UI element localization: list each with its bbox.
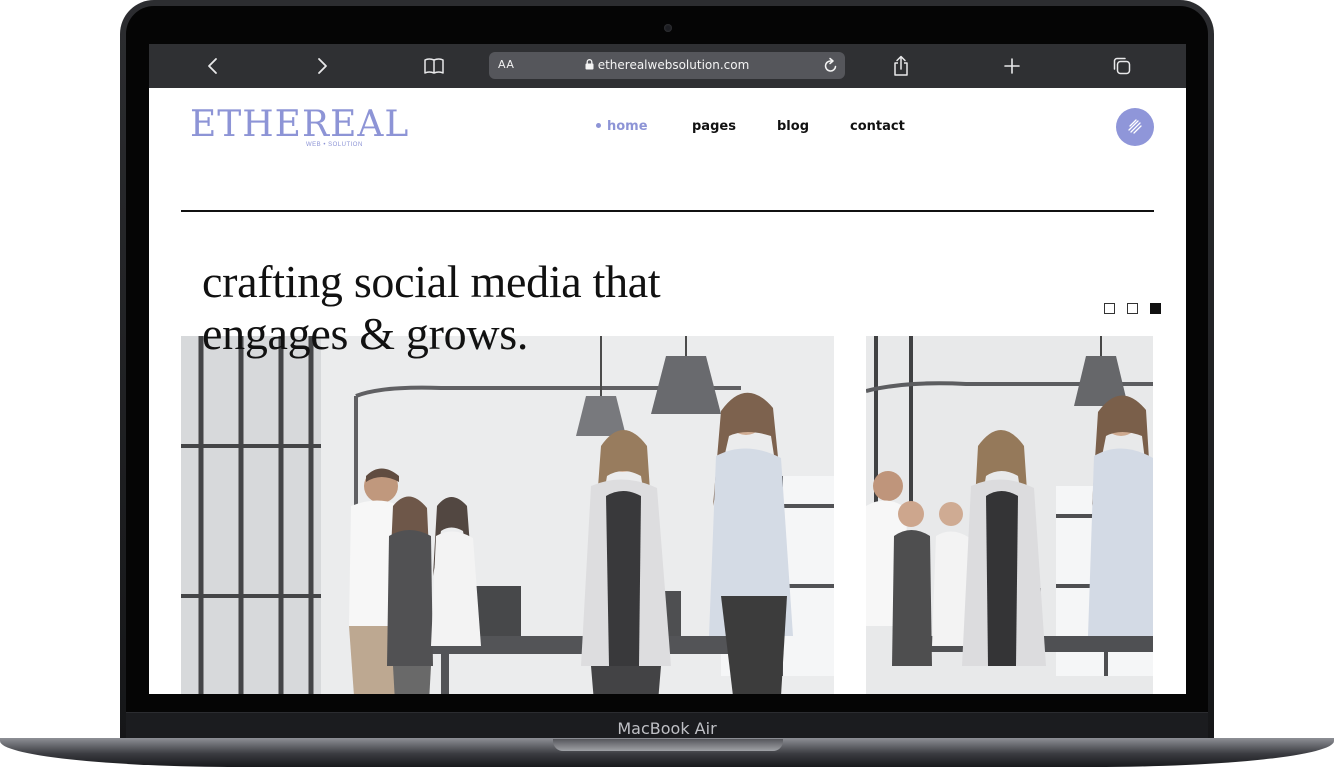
menu-lines-icon	[1128, 119, 1142, 134]
tabs-icon	[1113, 57, 1131, 75]
slider-pagination	[1104, 303, 1161, 314]
nav-blog[interactable]: blog	[777, 119, 809, 134]
share-icon	[894, 55, 908, 76]
header-divider	[181, 210, 1154, 212]
bookmarks-button[interactable]	[420, 54, 448, 78]
logo-tagline: WEB • SOLUTION	[306, 142, 363, 148]
url-container[interactable]: etherealwebsolution.com	[489, 58, 845, 72]
office-team-photo-preview	[866, 336, 1153, 694]
slider-dot-2[interactable]	[1127, 303, 1138, 314]
site-logo[interactable]: ETHEREAL WEB • SOLUTION	[190, 104, 410, 153]
hero-photo-main	[181, 336, 834, 694]
nav-pages[interactable]: pages	[692, 119, 736, 134]
forward-button[interactable]	[308, 54, 336, 78]
hero-headline: crafting social media that engages & gro…	[202, 256, 762, 360]
address-bar[interactable]: AA etherealwebsolution.com	[489, 52, 845, 79]
chevron-right-icon	[318, 58, 327, 74]
laptop-notch	[553, 739, 783, 751]
active-dot-icon	[596, 123, 601, 128]
book-icon	[424, 58, 444, 74]
nav-home-label: home	[607, 119, 648, 134]
back-button[interactable]	[199, 54, 227, 78]
reload-icon[interactable]	[823, 57, 839, 74]
url-text: etherealwebsolution.com	[597, 58, 750, 72]
tabs-overview-button[interactable]	[1108, 54, 1136, 78]
chevron-left-icon	[208, 58, 217, 74]
browser-toolbar: AA etherealwebsolution.com	[149, 44, 1186, 88]
nav-contact[interactable]: contact	[850, 119, 905, 134]
slider-dot-1[interactable]	[1104, 303, 1115, 314]
office-team-photo	[181, 336, 834, 694]
hero-photo-side	[866, 336, 1153, 694]
screen: AA etherealwebsolution.com ETHEREAL WEB …	[149, 44, 1186, 694]
website: ETHEREAL WEB • SOLUTION home pages blog …	[149, 88, 1186, 694]
device-label: MacBook Air	[617, 719, 717, 738]
hero-headline-line-2: engages & grows.	[202, 308, 529, 359]
plus-icon	[1004, 58, 1020, 74]
menu-button[interactable]	[1116, 108, 1154, 146]
new-tab-button[interactable]	[998, 54, 1026, 78]
camera-icon	[664, 24, 672, 32]
share-button[interactable]	[887, 54, 915, 78]
slider-dot-3[interactable]	[1150, 303, 1161, 314]
lock-icon	[585, 59, 594, 70]
nav-home[interactable]: home	[596, 119, 648, 134]
logo-text: ETHEREAL	[190, 104, 410, 145]
hero-headline-line-1: crafting social media that	[202, 256, 661, 307]
